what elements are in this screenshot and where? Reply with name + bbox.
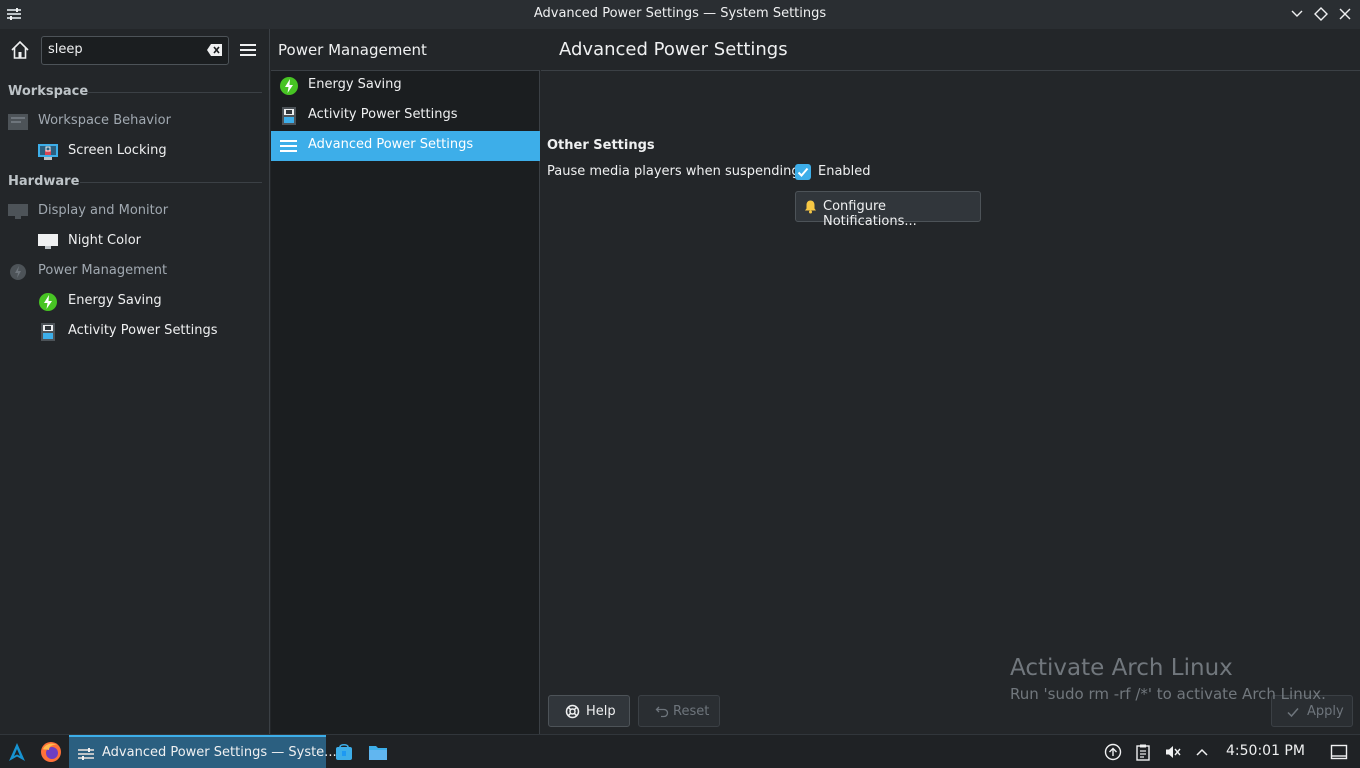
taskbar-task-system-settings[interactable]: Advanced Power Settings — Syste... bbox=[69, 735, 337, 768]
activity-power-icon bbox=[41, 323, 55, 341]
configure-notifications-label: Configure Notifications... bbox=[823, 199, 917, 229]
checkbox-label[interactable]: Enabled bbox=[818, 164, 871, 179]
search-row bbox=[0, 29, 270, 70]
sidebar-list: Workspace Workspace Behavior Screen Lock… bbox=[0, 77, 270, 347]
discover-store-icon[interactable] bbox=[333, 741, 355, 763]
sidebar-item-energy-saving[interactable]: Energy Saving bbox=[0, 287, 270, 317]
sidebar-item-label: Display and Monitor bbox=[38, 203, 169, 218]
subcategory-list: Power Management Energy Saving Activity … bbox=[271, 29, 540, 734]
window-title: Advanced Power Settings — System Setting… bbox=[533, 6, 827, 21]
update-notifier-icon[interactable] bbox=[1104, 743, 1122, 761]
configure-notifications-button[interactable]: Configure Notifications... bbox=[795, 191, 981, 229]
sidebar-item-activity-power[interactable]: Activity Power Settings bbox=[0, 317, 270, 347]
subcategory-item-activity-power[interactable]: Activity Power Settings bbox=[271, 101, 540, 131]
reset-button[interactable]: Reset bbox=[638, 695, 720, 727]
maximize-icon[interactable] bbox=[1312, 5, 1330, 23]
subcategory-item-label: Activity Power Settings bbox=[308, 107, 458, 122]
sidebar-item-label: Activity Power Settings bbox=[68, 323, 218, 338]
sidebar-item-label: Power Management bbox=[38, 263, 168, 278]
taskbar: Advanced Power Settings — Syste... 4:50:… bbox=[0, 734, 1360, 768]
screen-locking-icon bbox=[38, 144, 58, 160]
sidebar-item-label: Night Color bbox=[68, 233, 141, 248]
minimize-icon[interactable] bbox=[1288, 5, 1306, 23]
content-pane: Advanced Power Settings Other Settings P… bbox=[541, 29, 1360, 734]
sidebar-item-label: Workspace Behavior bbox=[38, 113, 171, 128]
workspace-behavior-icon bbox=[8, 114, 28, 130]
subcategory-item-label: Advanced Power Settings bbox=[308, 137, 474, 152]
bell-icon bbox=[805, 200, 816, 214]
section-divider bbox=[80, 182, 262, 183]
sidebar-item-label: Energy Saving bbox=[68, 293, 162, 308]
sidebar-item-workspace-behavior[interactable]: Workspace Behavior bbox=[0, 107, 270, 137]
clock[interactable]: 4:50:01 PM bbox=[1226, 743, 1305, 759]
pause-media-checkbox[interactable] bbox=[795, 164, 811, 180]
subcategory-item-energy-saving[interactable]: Energy Saving bbox=[271, 71, 540, 101]
show-desktop-icon[interactable] bbox=[1330, 743, 1348, 761]
pause-media-label: Pause media players when suspending: bbox=[547, 164, 805, 179]
chevron-up-icon[interactable] bbox=[1193, 743, 1211, 761]
clear-search-icon[interactable] bbox=[206, 42, 224, 58]
undo-icon bbox=[655, 706, 669, 718]
task-label: Advanced Power Settings — Syste... bbox=[102, 745, 337, 760]
section-label: Hardware bbox=[8, 174, 80, 189]
night-color-icon bbox=[38, 234, 58, 249]
subcategory-title: Power Management bbox=[278, 41, 427, 59]
system-settings-icon bbox=[78, 748, 94, 760]
subcategory-item-advanced-power[interactable]: Advanced Power Settings bbox=[271, 131, 540, 161]
section-header-hardware: Hardware bbox=[0, 167, 270, 197]
sidebar-item-screen-locking[interactable]: Screen Locking bbox=[0, 137, 270, 167]
sidebar-item-label: Screen Locking bbox=[68, 143, 167, 158]
volume-muted-icon[interactable] bbox=[1164, 743, 1182, 761]
sidebar: Workspace Workspace Behavior Screen Lock… bbox=[0, 29, 270, 734]
search-field[interactable] bbox=[41, 36, 229, 65]
section-header-workspace: Workspace bbox=[0, 77, 270, 107]
apply-button[interactable]: Apply bbox=[1271, 695, 1353, 727]
arch-launcher-icon[interactable] bbox=[6, 741, 28, 763]
sidebar-item-display-monitor[interactable]: Display and Monitor bbox=[0, 197, 270, 227]
apply-label: Apply bbox=[1307, 704, 1344, 719]
sidebar-item-night-color[interactable]: Night Color bbox=[0, 227, 270, 257]
title-bar: Advanced Power Settings — System Setting… bbox=[0, 0, 1360, 29]
section-label: Workspace bbox=[8, 84, 89, 99]
checkmark-icon bbox=[797, 167, 809, 177]
subcategory-item-label: Energy Saving bbox=[308, 77, 402, 92]
firefox-icon[interactable] bbox=[40, 741, 62, 763]
section-title: Other Settings bbox=[547, 138, 655, 153]
file-manager-icon[interactable] bbox=[367, 741, 389, 763]
help-lifebuoy-icon bbox=[565, 704, 580, 719]
home-icon[interactable] bbox=[8, 38, 32, 62]
reset-label: Reset bbox=[673, 704, 710, 719]
subcategory-header: Power Management bbox=[271, 29, 540, 71]
power-management-icon bbox=[10, 264, 26, 280]
help-button[interactable]: Help bbox=[548, 695, 630, 727]
energy-saving-icon bbox=[280, 77, 298, 95]
page-title: Advanced Power Settings bbox=[559, 39, 788, 60]
hamburger-icon bbox=[280, 140, 297, 152]
sidebar-item-power-management[interactable]: Power Management bbox=[0, 257, 270, 287]
hamburger-menu-icon[interactable] bbox=[238, 40, 258, 60]
energy-saving-icon bbox=[39, 293, 57, 311]
help-label: Help bbox=[586, 704, 616, 719]
activity-power-icon bbox=[282, 107, 296, 125]
search-input[interactable] bbox=[48, 42, 198, 57]
display-monitor-icon bbox=[8, 204, 28, 219]
checkmark-icon bbox=[1287, 708, 1299, 718]
section-divider bbox=[88, 92, 262, 93]
close-icon[interactable] bbox=[1336, 5, 1354, 23]
clipboard-icon[interactable] bbox=[1134, 743, 1152, 761]
content-header: Advanced Power Settings bbox=[541, 29, 1360, 71]
